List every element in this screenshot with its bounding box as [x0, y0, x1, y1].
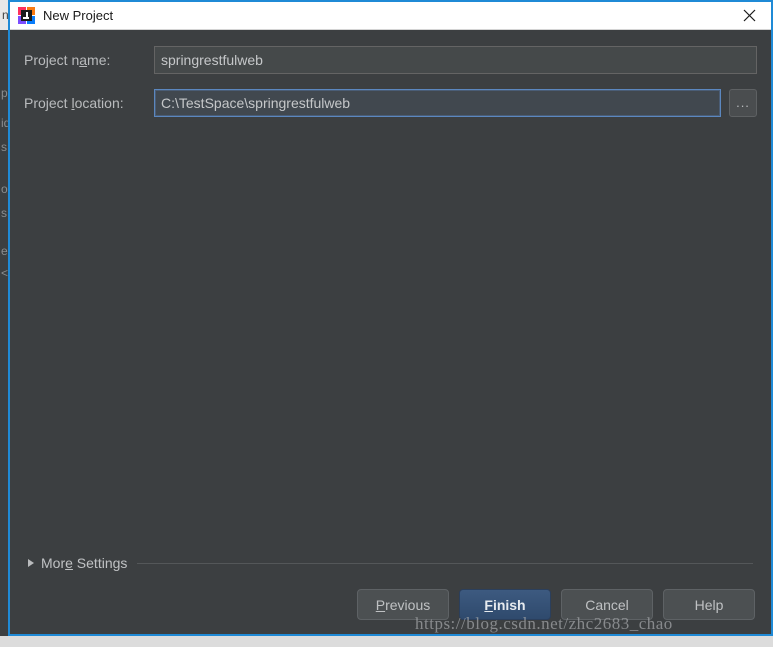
finish-button-mnemonic: F [484, 596, 493, 613]
finish-button-label-after: inish [492, 596, 526, 613]
previous-button[interactable]: Previous [357, 589, 449, 620]
intellij-idea-icon [18, 7, 35, 24]
previous-button-mnemonic: P [375, 596, 386, 613]
project-location-row: Project location: ... [24, 89, 757, 117]
project-name-row: Project name: [24, 46, 757, 74]
project-location-label-after: ocation: [74, 95, 124, 111]
help-button-label: Help [694, 596, 724, 613]
project-name-label: Project name: [24, 52, 154, 68]
more-settings-toggle[interactable]: More Settings [28, 555, 757, 571]
cancel-button[interactable]: Cancel [561, 589, 653, 620]
dialog-button-bar: Previous Finish Cancel Help [24, 575, 757, 634]
project-name-input[interactable] [154, 46, 757, 74]
close-icon[interactable] [727, 1, 771, 30]
project-location-label-before: Project [24, 95, 72, 111]
project-name-label-mnemonic: a [79, 52, 88, 68]
finish-button[interactable]: Finish [459, 589, 551, 620]
more-settings-label-before: Mor [41, 555, 66, 571]
more-settings-label-after: Settings [72, 555, 128, 571]
more-settings-label-mnemonic: e [65, 555, 73, 571]
dialog-body: Project name: Project location: ... More… [10, 30, 771, 634]
more-settings-separator [137, 562, 753, 564]
dialog-title: New Project [43, 8, 114, 23]
dialog-titlebar[interactable]: New Project [10, 0, 771, 30]
help-button[interactable]: Help [663, 589, 755, 620]
more-settings-label: More Settings [41, 555, 127, 571]
project-name-label-after: me: [87, 52, 111, 68]
cancel-button-label: Cancel [585, 596, 629, 613]
project-name-label-before: Project n [24, 52, 80, 68]
new-project-dialog: New Project Project name: Project locati… [8, 0, 773, 636]
browse-location-button[interactable]: ... [729, 89, 757, 117]
project-location-input[interactable] [154, 89, 721, 117]
project-location-label: Project location: [24, 95, 154, 111]
previous-button-label-after: revious [385, 596, 431, 613]
triangle-right-icon [28, 559, 34, 567]
body-filler [24, 132, 757, 555]
